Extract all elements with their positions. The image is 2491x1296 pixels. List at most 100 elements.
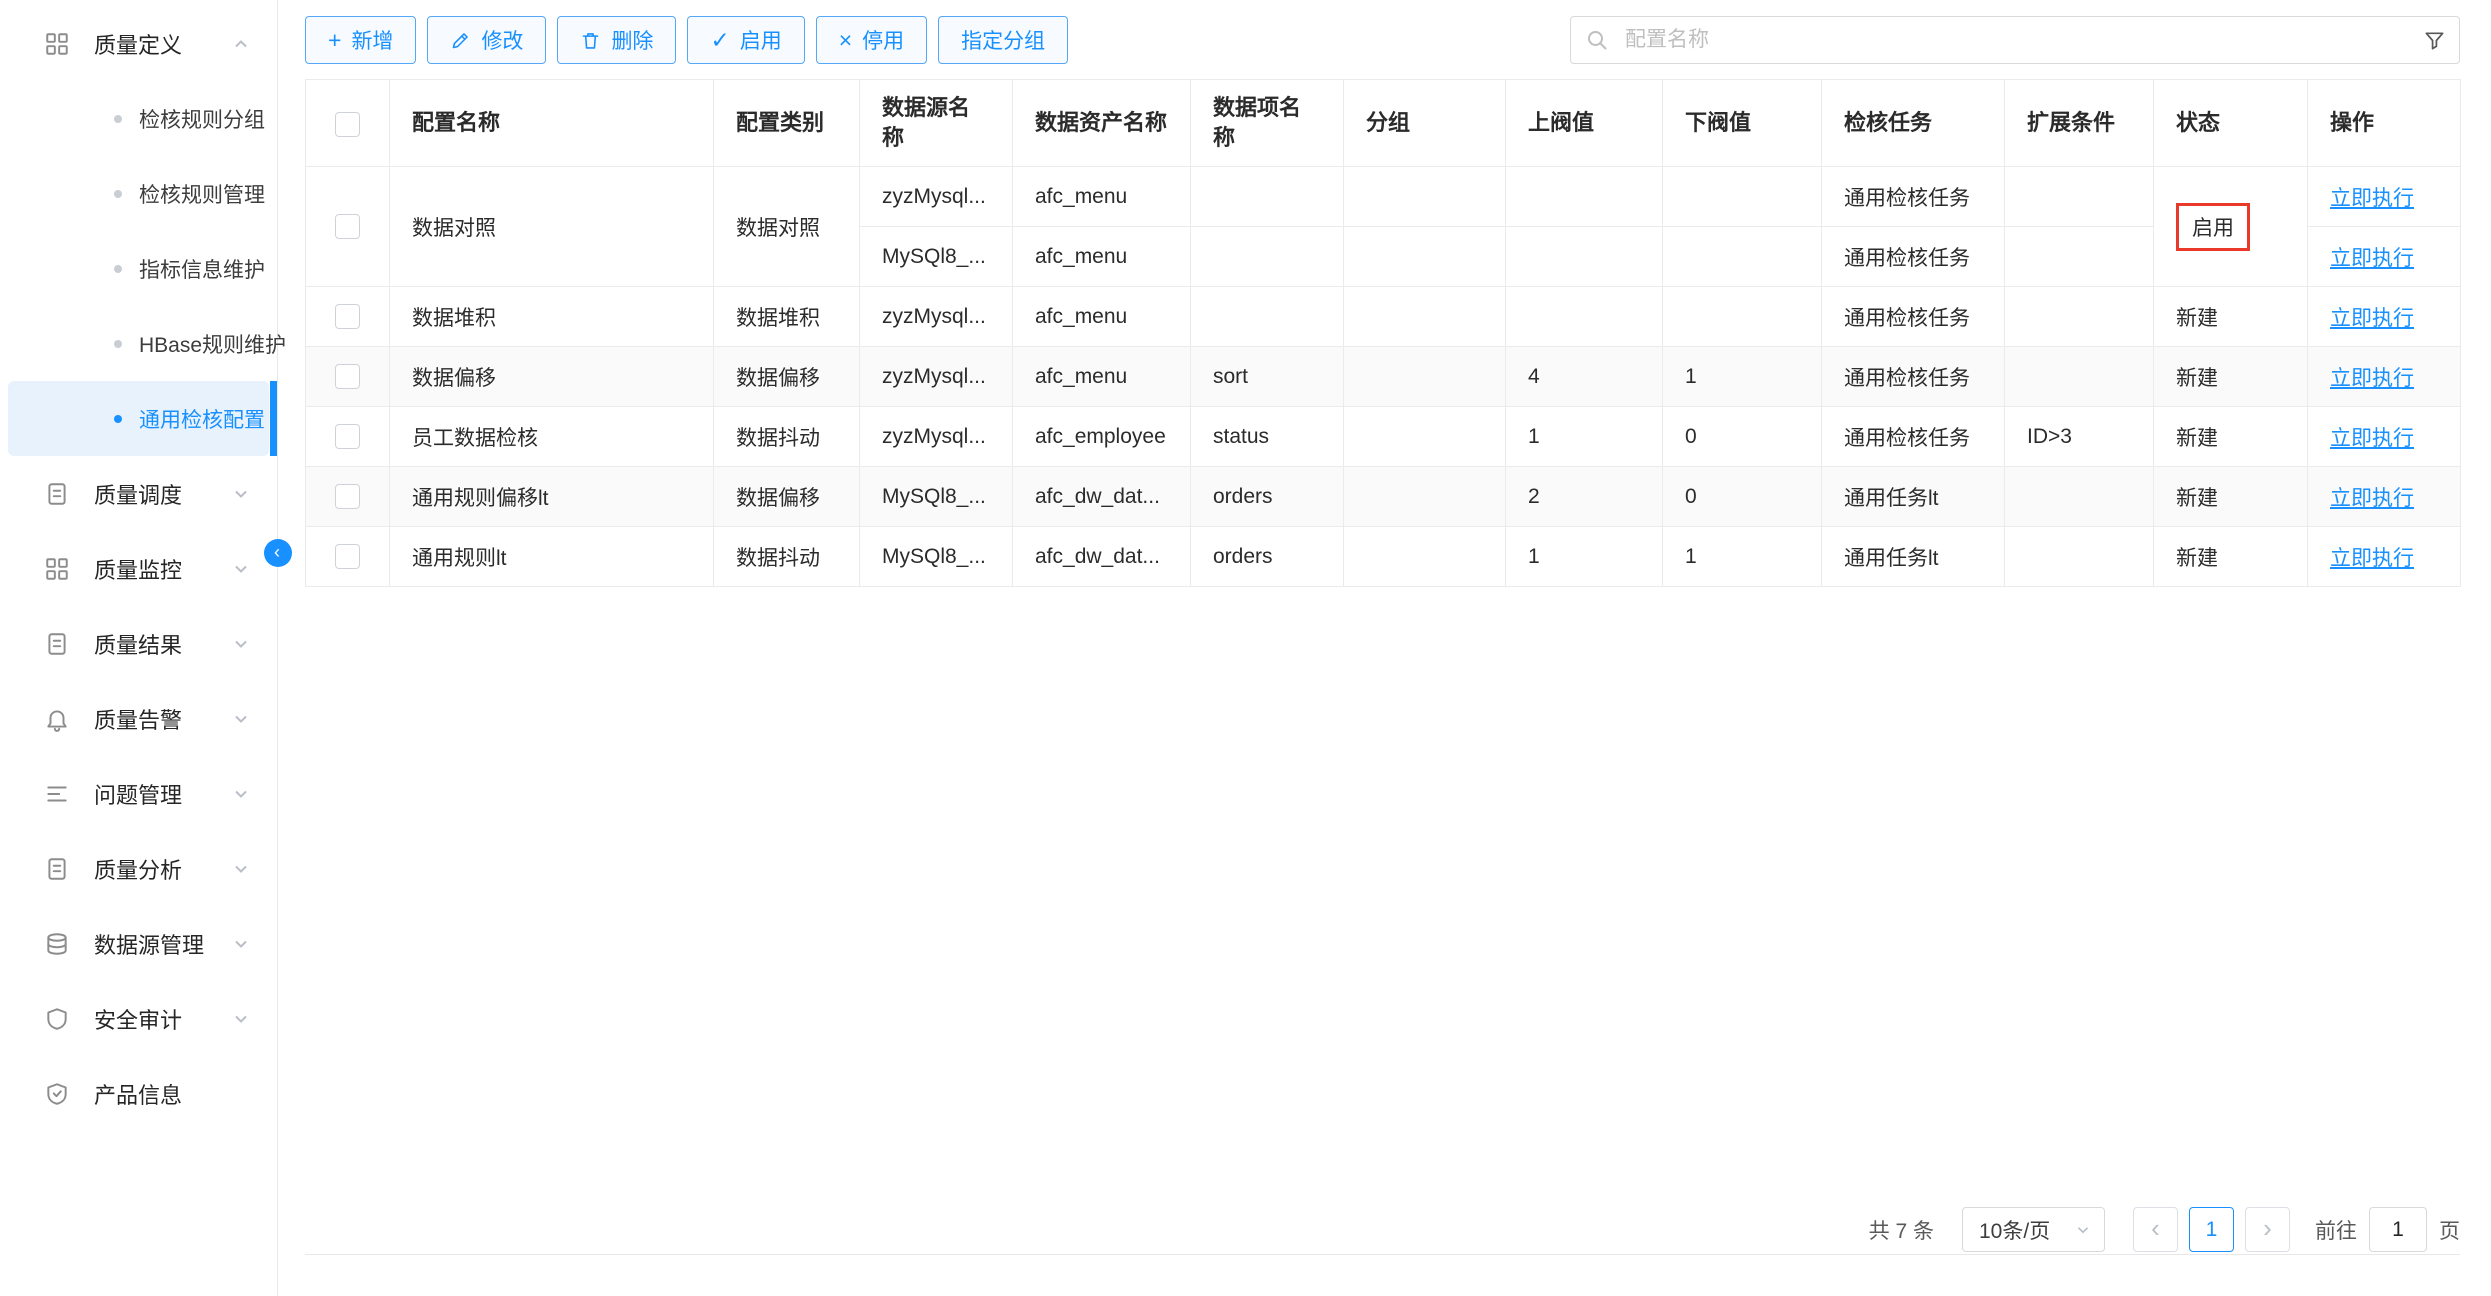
database-icon (42, 929, 72, 959)
cell-lower-threshold (1663, 287, 1822, 347)
cell-ext-condition: ID>3 (2005, 407, 2154, 467)
cell-datasource-name: zyzMysql... (860, 287, 1013, 347)
cell-group (1344, 287, 1506, 347)
chevron-down-icon (231, 859, 251, 879)
delete-button[interactable]: 删除 (557, 16, 676, 64)
enable-button[interactable]: ✓ 启用 (687, 16, 804, 64)
sidebar-item-quality-result[interactable]: 质量结果 (0, 606, 277, 681)
sidebar-item-quality-monitor[interactable]: 质量监控 (0, 531, 277, 606)
sidebar-item-general-check-config[interactable]: 通用检核配置 (8, 381, 269, 456)
sidebar-item-hbase-rule-maintenance[interactable]: HBase规则维护 (8, 306, 269, 381)
table-row: 通用规则偏移lt数据偏移MySQl8_...afc_dw_dat...order… (306, 467, 2461, 527)
search-input[interactable] (1570, 16, 2460, 64)
sidebar-item-rule-management[interactable]: 检核规则管理 (8, 156, 269, 231)
sidebar-item-quality-analysis[interactable]: 质量分析 (0, 831, 277, 906)
prev-page-button[interactable]: ‹ (2133, 1207, 2178, 1252)
delete-icon (580, 30, 601, 51)
cell-config-name: 数据对照 (390, 167, 714, 287)
row-checkbox[interactable] (335, 484, 360, 509)
goto-page-input[interactable] (2369, 1207, 2427, 1252)
cell-action: 立即执行 (2308, 287, 2461, 347)
execute-now-link[interactable]: 立即执行 (2330, 487, 2414, 510)
disable-button[interactable]: × 停用 (816, 16, 927, 64)
cell-check-task: 通用检核任务 (1822, 287, 2005, 347)
cell-asset-name: afc_menu (1013, 287, 1191, 347)
cell-action: 立即执行 (2308, 407, 2461, 467)
sidebar-item-datasource-management[interactable]: 数据源管理 (0, 906, 277, 981)
select-all-checkbox[interactable] (335, 112, 360, 137)
row-checkbox[interactable] (335, 544, 360, 569)
cell-ext-condition (2005, 167, 2154, 227)
cell-lower-threshold: 1 (1663, 527, 1822, 587)
cell-check-task: 通用任务lt (1822, 467, 2005, 527)
grid-icon (42, 29, 72, 59)
edit-button[interactable]: 修改 (427, 16, 546, 64)
cell-ext-condition (2005, 467, 2154, 527)
execute-now-link[interactable]: 立即执行 (2330, 367, 2414, 390)
sidebar-item-indicator-maintenance[interactable]: 指标信息维护 (8, 231, 269, 306)
shield-icon (42, 1004, 72, 1034)
row-checkbox[interactable] (335, 424, 360, 449)
sidebar-item-product-info[interactable]: 产品信息 (0, 1056, 277, 1131)
cell-data-item-name: orders (1191, 467, 1344, 527)
sidebar-item-rule-group[interactable]: 检核规则分组 (8, 81, 269, 156)
header-ext-condition: 扩展条件 (2005, 80, 2154, 167)
execute-now-link[interactable]: 立即执行 (2330, 187, 2414, 210)
row-checkbox[interactable] (335, 304, 360, 329)
add-button[interactable]: + 新增 (305, 16, 416, 64)
assign-group-button[interactable]: 指定分组 (938, 16, 1068, 64)
chevron-down-icon (231, 784, 251, 804)
cell-datasource-name: MySQl8_... (860, 227, 1013, 287)
chevron-up-icon (231, 34, 251, 54)
header-asset-name: 数据资产名称 (1013, 80, 1191, 167)
sidebar-item-quality-alert[interactable]: 质量告警 (0, 681, 277, 756)
sidebar-item-security-audit[interactable]: 安全审计 (0, 981, 277, 1056)
page-unit-label: 页 (2439, 1215, 2460, 1245)
cell-ext-condition (2005, 287, 2154, 347)
cell-config-name: 通用规则偏移lt (390, 467, 714, 527)
sidebar-item-quality-definition[interactable]: 质量定义 (0, 6, 277, 81)
sidebar: 质量定义 检核规则分组 检核规则管理 指标信息维护 HBase规则维护 通用检核… (0, 0, 278, 1296)
sidebar-subitem-label: 检核规则管理 (139, 179, 265, 209)
execute-now-link[interactable]: 立即执行 (2330, 307, 2414, 330)
status-text: 新建 (2176, 487, 2218, 510)
sidebar-item-issue-management[interactable]: 问题管理 (0, 756, 277, 831)
cell-action: 立即执行 (2308, 227, 2461, 287)
row-checkbox[interactable] (335, 214, 360, 239)
header-group: 分组 (1344, 80, 1506, 167)
cell-config-name: 员工数据检核 (390, 407, 714, 467)
badge-icon (42, 1079, 72, 1109)
chevron-down-icon (231, 934, 251, 954)
cell-datasource-name: zyzMysql... (860, 167, 1013, 227)
bullet-dot-icon (114, 415, 122, 423)
sidebar-item-quality-schedule[interactable]: 质量调度 (0, 456, 277, 531)
list-icon (42, 779, 72, 809)
table-row: 通用规则lt数据抖动MySQl8_...afc_dw_dat...orders1… (306, 527, 2461, 587)
next-page-button[interactable]: › (2245, 1207, 2290, 1252)
page-1-button[interactable]: 1 (2189, 1207, 2234, 1252)
cell-config-name: 通用规则lt (390, 527, 714, 587)
bell-icon (42, 704, 72, 734)
page-size-select[interactable]: 10条/页 (1962, 1207, 2105, 1252)
toolbar: + 新增 修改 删除 ✓ 启用 × 停用 (305, 16, 2460, 64)
table-row: 数据堆积数据堆积zyzMysql...afc_menu通用检核任务新建立即执行 (306, 287, 2461, 347)
sidebar-collapse-button[interactable]: ‹ (264, 539, 292, 567)
status-text: 新建 (2176, 427, 2218, 450)
cell-lower-threshold: 0 (1663, 467, 1822, 527)
row-checkbox-cell (306, 527, 390, 587)
row-checkbox-cell (306, 287, 390, 347)
cell-datasource-name: zyzMysql... (860, 347, 1013, 407)
cell-datasource-name: MySQl8_... (860, 467, 1013, 527)
cell-action: 立即执行 (2308, 467, 2461, 527)
row-checkbox[interactable] (335, 364, 360, 389)
table-header-row: 配置名称 配置类别 数据源名称 数据资产名称 数据项名称 分组 上阀值 下阀值 … (306, 80, 2461, 167)
cell-asset-name: afc_menu (1013, 347, 1191, 407)
cell-data-item-name (1191, 167, 1344, 227)
execute-now-link[interactable]: 立即执行 (2330, 427, 2414, 450)
cell-asset-name: afc_dw_dat... (1013, 467, 1191, 527)
main-content: + 新增 修改 删除 ✓ 启用 × 停用 (278, 0, 2491, 1296)
execute-now-link[interactable]: 立即执行 (2330, 547, 2414, 570)
execute-now-link[interactable]: 立即执行 (2330, 247, 2414, 270)
bullet-dot-icon (114, 265, 122, 273)
filter-funnel-icon[interactable] (2423, 29, 2446, 52)
